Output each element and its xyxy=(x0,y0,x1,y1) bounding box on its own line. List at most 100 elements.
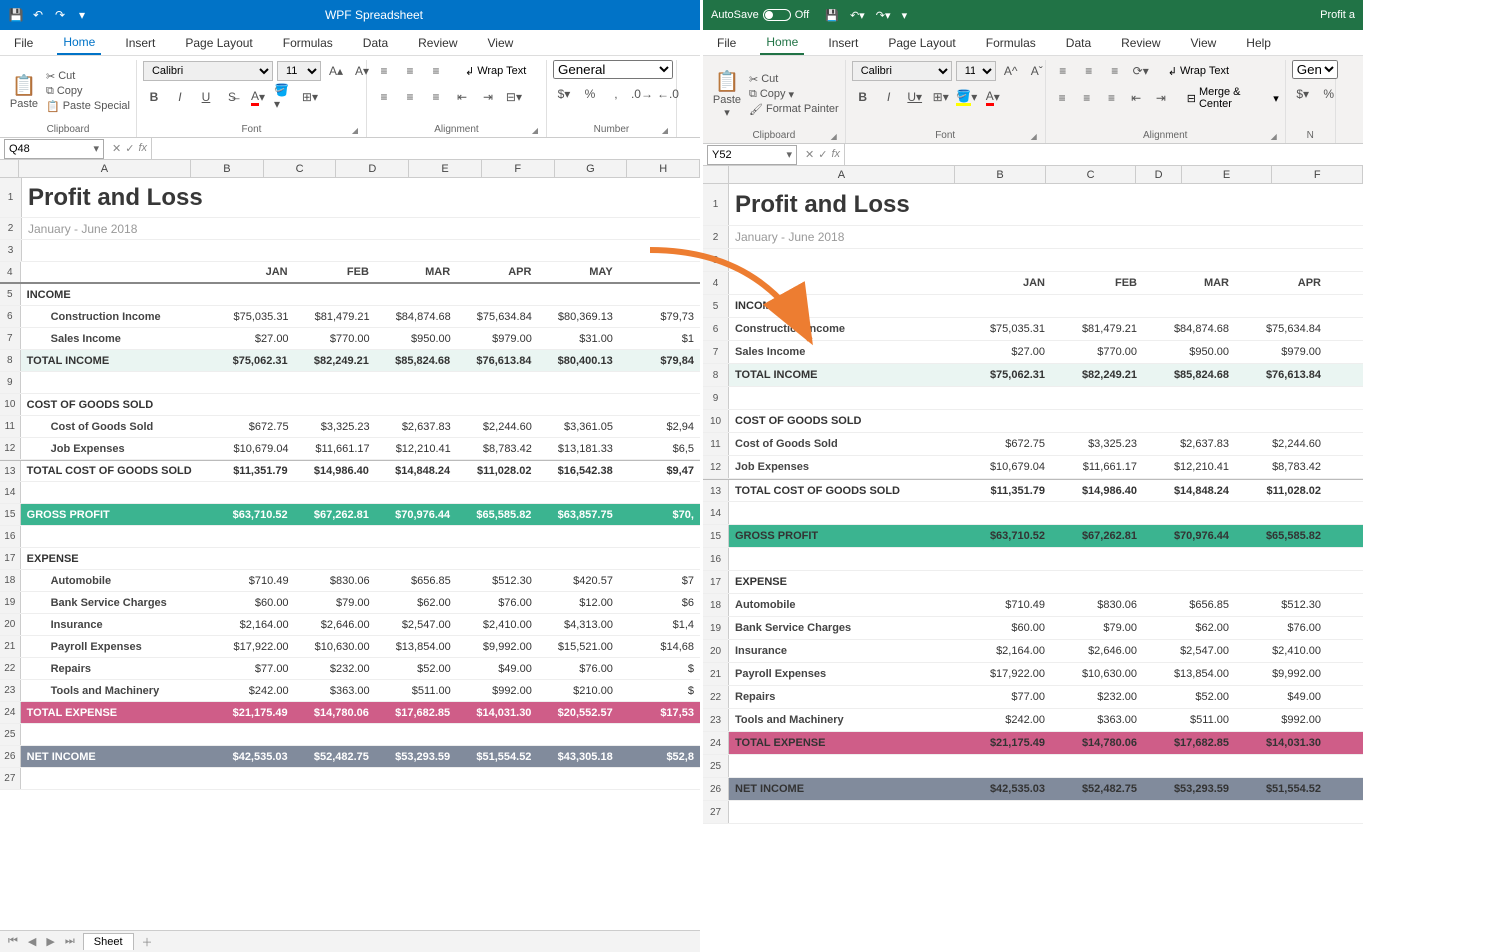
cell[interactable]: $77.00 xyxy=(959,686,1051,708)
sheet-grid[interactable]: 1Profit and Loss2January - June 201834JA… xyxy=(0,178,700,790)
dialog-launcher-icon[interactable]: ◢ xyxy=(352,126,358,135)
cell[interactable] xyxy=(212,482,293,503)
cell[interactable] xyxy=(212,548,293,569)
cell[interactable]: NET INCOME xyxy=(21,746,213,767)
cell[interactable] xyxy=(456,394,537,415)
dialog-launcher-icon[interactable]: ◢ xyxy=(662,126,668,135)
cell[interactable] xyxy=(1143,295,1235,317)
cut-button[interactable]: ✂ Cut xyxy=(749,73,839,86)
increase-decimal-icon[interactable]: .0→ xyxy=(631,83,653,105)
cell[interactable]: $17,922.00 xyxy=(213,636,294,657)
row-header[interactable]: 26 xyxy=(703,778,729,800)
underline-button[interactable]: U▾ xyxy=(904,86,926,108)
cell[interactable]: $27.00 xyxy=(959,341,1051,363)
cell[interactable]: $ xyxy=(619,680,700,701)
row-header[interactable]: 2 xyxy=(703,226,729,248)
cell[interactable]: $672.75 xyxy=(213,416,294,437)
cell[interactable]: $ xyxy=(619,658,700,679)
cell[interactable]: $12,210.41 xyxy=(376,438,457,459)
cell[interactable]: $232.00 xyxy=(1051,686,1143,708)
row-header[interactable]: 3 xyxy=(703,249,729,271)
row-header[interactable]: 8 xyxy=(703,364,729,386)
cell[interactable]: $710.49 xyxy=(213,570,294,591)
cell[interactable]: $2,637.83 xyxy=(376,416,457,437)
cancel-icon[interactable]: ✕ xyxy=(112,142,121,155)
align-middle-icon[interactable]: ≡ xyxy=(399,60,421,82)
row-header[interactable]: 20 xyxy=(0,614,21,635)
cell[interactable]: $2,164.00 xyxy=(213,614,294,635)
align-center-icon[interactable]: ≡ xyxy=(399,86,421,108)
tab-insert[interactable]: Insert xyxy=(822,32,864,54)
cell[interactable]: $11,351.79 xyxy=(212,461,293,481)
cell[interactable] xyxy=(375,768,456,789)
cell[interactable] xyxy=(729,387,959,409)
title-cell[interactable]: Profit and Loss xyxy=(22,178,656,217)
tab-home[interactable]: Home xyxy=(760,31,804,55)
wrap-text-button[interactable]: ↲ Wrap Text xyxy=(465,65,526,78)
enter-icon[interactable]: ✓ xyxy=(818,148,827,161)
row-header[interactable]: 18 xyxy=(703,594,729,616)
cell[interactable]: $210.00 xyxy=(538,680,619,701)
cell[interactable]: $363.00 xyxy=(295,680,376,701)
cell[interactable]: $63,710.52 xyxy=(959,525,1051,547)
row-header[interactable]: 4 xyxy=(0,262,21,282)
cell[interactable]: $9,992.00 xyxy=(457,636,538,657)
cell[interactable] xyxy=(619,768,700,789)
tab-data[interactable]: Data xyxy=(357,32,394,54)
cell[interactable] xyxy=(1143,387,1235,409)
cell[interactable] xyxy=(729,801,959,823)
cell[interactable]: $77.00 xyxy=(213,658,294,679)
cell[interactable]: $42,535.03 xyxy=(212,746,293,767)
cell[interactable]: $830.06 xyxy=(295,570,376,591)
copy-button[interactable]: ⧉ Copy xyxy=(46,85,130,98)
cell[interactable]: $14,848.24 xyxy=(375,461,456,481)
sheet-grid[interactable]: 1Profit and Loss2January - June 201834JA… xyxy=(703,184,1363,824)
cell[interactable] xyxy=(537,548,618,569)
cell[interactable]: $17,922.00 xyxy=(959,663,1051,685)
cell[interactable]: $242.00 xyxy=(959,709,1051,731)
cell[interactable]: $979.00 xyxy=(457,328,538,349)
row-header[interactable]: 16 xyxy=(0,526,21,547)
cell[interactable] xyxy=(1235,387,1327,409)
add-sheet-button[interactable]: ＋ xyxy=(140,934,155,950)
cell[interactable]: $512.30 xyxy=(457,570,538,591)
decrease-indent-icon[interactable]: ⇤ xyxy=(451,86,473,108)
italic-button[interactable]: I xyxy=(169,86,191,108)
cell[interactable] xyxy=(21,482,213,503)
cell[interactable]: $82,249.21 xyxy=(1051,364,1143,386)
undo-icon[interactable]: ↶ xyxy=(30,7,46,23)
cell[interactable] xyxy=(21,768,213,789)
cell[interactable]: $7 xyxy=(619,570,700,591)
cell[interactable] xyxy=(212,372,293,393)
cell[interactable]: $3,325.23 xyxy=(1051,433,1143,455)
cell[interactable]: $14,986.40 xyxy=(1051,480,1143,501)
cell[interactable]: $67,262.81 xyxy=(1051,525,1143,547)
italic-button[interactable]: I xyxy=(878,86,900,108)
cell[interactable]: $21,175.49 xyxy=(959,732,1051,754)
name-box[interactable]: Y52▾ xyxy=(707,145,797,165)
cell[interactable]: $420.57 xyxy=(538,570,619,591)
col-header[interactable]: B xyxy=(191,160,264,177)
paste-special-button[interactable]: 📋 Paste Special xyxy=(46,100,130,113)
cell[interactable]: INCOME xyxy=(21,284,213,305)
select-all-corner[interactable] xyxy=(0,160,19,177)
orientation-icon[interactable]: ⟳▾ xyxy=(1130,60,1152,82)
cell[interactable] xyxy=(959,410,1051,432)
row-header[interactable]: 12 xyxy=(703,456,729,478)
cell[interactable]: TOTAL EXPENSE xyxy=(729,732,959,754)
cell[interactable]: $13,854.00 xyxy=(1143,663,1235,685)
cell[interactable]: MAY xyxy=(537,262,618,282)
cell[interactable]: $9,992.00 xyxy=(1235,663,1327,685)
font-color-button[interactable]: A▾ xyxy=(247,86,269,108)
cell[interactable]: $14,986.40 xyxy=(294,461,375,481)
cell[interactable] xyxy=(619,284,700,305)
cell[interactable]: $75,634.84 xyxy=(1235,318,1327,340)
cell[interactable]: $52.00 xyxy=(1143,686,1235,708)
cell[interactable]: $75,062.31 xyxy=(959,364,1051,386)
cell[interactable]: $14,68 xyxy=(619,636,700,657)
cell[interactable] xyxy=(375,724,456,745)
tab-help[interactable]: Help xyxy=(1240,32,1277,54)
col-header[interactable]: D xyxy=(1136,166,1181,183)
cell[interactable]: $65,585.82 xyxy=(1235,525,1327,547)
row-header[interactable]: 3 xyxy=(0,240,22,261)
